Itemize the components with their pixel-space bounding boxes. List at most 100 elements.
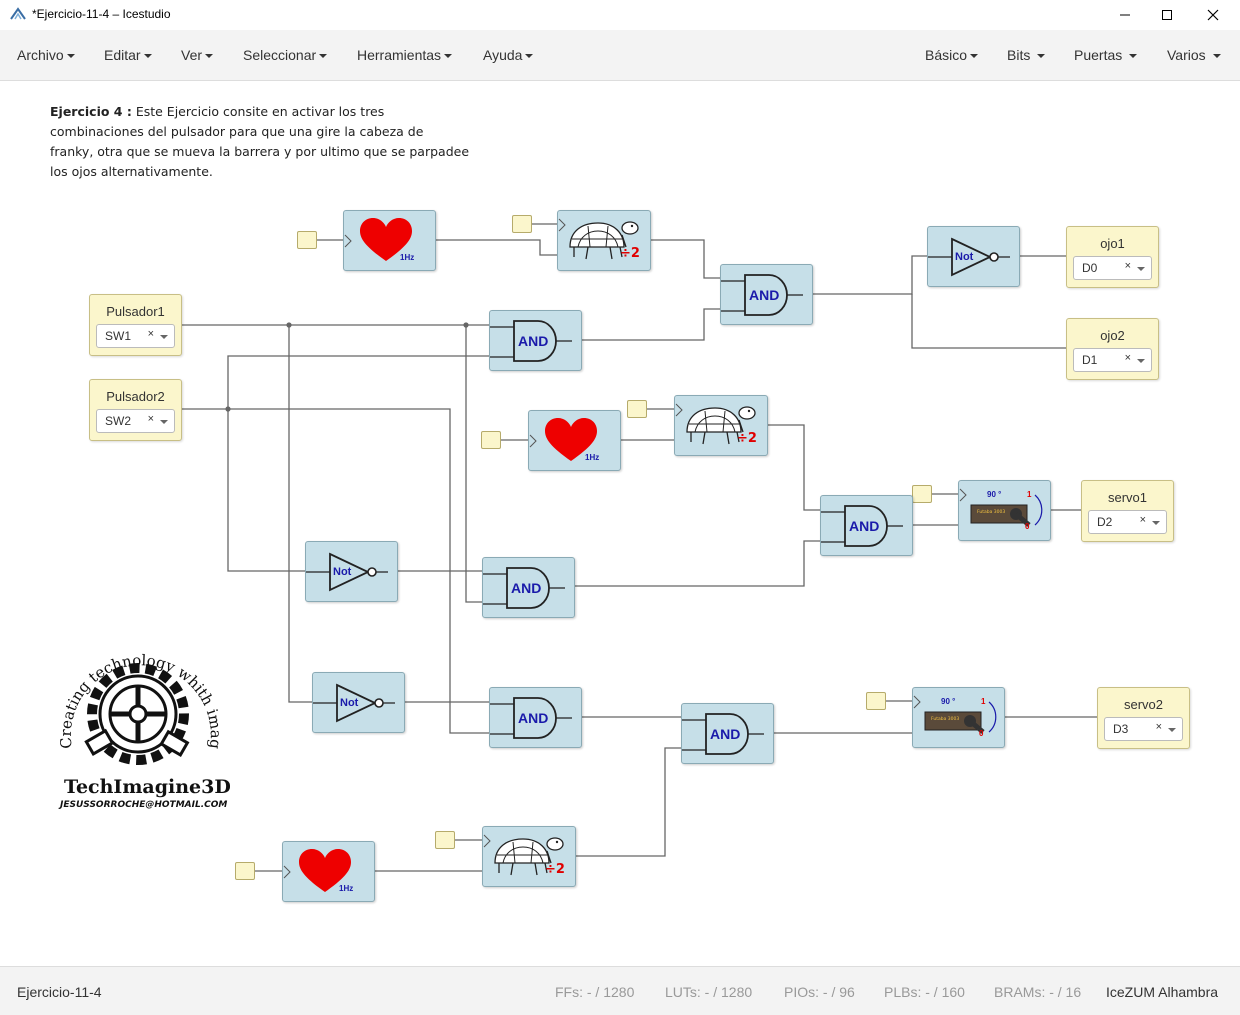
wire [435, 239, 557, 256]
status-pios: PIOs: - / 96 [784, 984, 855, 1000]
clear-icon[interactable]: × [1125, 260, 1131, 272]
pin-select[interactable]: D3 × [1104, 717, 1183, 741]
input-pulsador2[interactable]: Pulsador2 SW2 × [89, 379, 182, 441]
output-servo1[interactable]: servo1 D2 × [1081, 480, 1174, 542]
wire [227, 355, 489, 409]
gate-label: Not [955, 251, 974, 263]
and-gate[interactable]: AND [489, 310, 582, 371]
output-ojo1[interactable]: ojo1 D0 × [1066, 226, 1159, 288]
output-ojo2[interactable]: ojo2 D1 × [1066, 318, 1159, 380]
pin-select[interactable]: D1 × [1073, 348, 1152, 372]
clock-block[interactable]: 1Hz [343, 210, 436, 271]
servo-block[interactable]: Futaba 3003 90 ° 1 0 [912, 687, 1005, 748]
io-label: servo1 [1107, 490, 1148, 505]
pin-select[interactable]: SW1 × [96, 324, 175, 348]
caret-down-icon [1168, 728, 1176, 732]
not-gate[interactable]: Not [927, 226, 1020, 287]
gate-label: AND [518, 333, 548, 349]
not-gate[interactable]: Not [312, 672, 405, 733]
and-gate[interactable]: AND [489, 687, 582, 748]
gate-label: AND [518, 710, 548, 726]
heart-icon: 1Hz [283, 849, 353, 893]
caret-down-icon [160, 335, 168, 339]
and-gate-icon: AND [490, 320, 572, 362]
wire [574, 540, 820, 587]
gate-label: AND [511, 580, 541, 596]
servo-brand: Futaba 3003 [931, 716, 959, 722]
pin-select[interactable]: SW2 × [96, 409, 175, 433]
constant-param[interactable] [235, 862, 255, 880]
turtle-icon: ÷2 [675, 403, 757, 446]
logo-email: JESUSSORROCHE@HOTMAIL.COM [58, 800, 227, 810]
clear-icon[interactable]: × [1140, 514, 1146, 526]
wire [650, 239, 720, 279]
heart-icon: 1Hz [529, 418, 599, 462]
clock-freq: 1Hz [339, 884, 353, 893]
clock-freq: 1Hz [585, 453, 599, 462]
gear-logo-icon: Creating technology whith imagination Te… [45, 604, 231, 810]
clock-block[interactable]: 1Hz [528, 410, 621, 471]
status-plbs: PLBs: - / 160 [884, 984, 965, 1000]
input-pulsador1[interactable]: Pulsador1 SW1 × [89, 294, 182, 356]
servo-zero: 0 [1025, 522, 1030, 531]
constant-param[interactable] [512, 215, 532, 233]
and-gate-icon: AND [682, 713, 764, 755]
constant-param[interactable] [866, 692, 886, 710]
project-name: Ejercicio-11-4 [17, 984, 102, 1000]
pin-select[interactable]: D2 × [1088, 510, 1167, 534]
constant-param[interactable] [481, 431, 501, 449]
not-gate-icon: Not [313, 683, 395, 723]
status-luts: LUTs: - / 1280 [665, 984, 753, 1000]
and-gate[interactable]: AND [720, 264, 813, 325]
heart-icon: 1Hz [344, 218, 414, 262]
and-gate[interactable]: AND [820, 495, 913, 556]
wire [465, 325, 482, 603]
servo-icon: Futaba 3003 90 ° 1 0 [959, 488, 1043, 531]
pin-select[interactable]: D0 × [1073, 256, 1152, 280]
servo-icon: Futaba 3003 90 ° 1 0 [913, 695, 997, 738]
wire [766, 424, 820, 511]
divider-block[interactable]: ÷2 [674, 395, 768, 456]
clock-freq: 1Hz [400, 253, 414, 262]
and-gate[interactable]: AND [681, 703, 774, 764]
and-gate[interactable]: AND [482, 557, 575, 618]
wire [574, 747, 681, 857]
divider-text: ÷2 [620, 246, 640, 261]
wire [911, 294, 1066, 349]
servo-one: 1 [1027, 490, 1032, 499]
and-gate-icon: AND [483, 567, 565, 609]
clear-icon[interactable]: × [148, 328, 154, 340]
gate-label: Not [333, 566, 352, 578]
turtle-icon: ÷2 [483, 834, 565, 877]
gate-label: Not [340, 697, 359, 709]
constant-param[interactable] [435, 831, 455, 849]
caret-down-icon [160, 420, 168, 424]
logo-name: TechImagine3D [64, 776, 230, 798]
io-label: ojo2 [1100, 328, 1125, 343]
divider-block[interactable]: ÷2 [482, 826, 576, 887]
turtle-icon: ÷2 [558, 218, 640, 261]
divider-text: ÷2 [545, 862, 565, 877]
clear-icon[interactable]: × [148, 413, 154, 425]
not-gate-icon: Not [928, 237, 1010, 277]
constant-param[interactable] [912, 485, 932, 503]
clock-block[interactable]: 1Hz [282, 841, 375, 902]
wire [812, 255, 927, 295]
constant-param[interactable] [627, 400, 647, 418]
clear-icon[interactable]: × [1125, 352, 1131, 364]
servo-zero: 0 [979, 729, 984, 738]
io-label: Pulsador2 [106, 389, 165, 404]
junction-dot [463, 322, 469, 328]
not-gate[interactable]: Not [305, 541, 398, 602]
constant-param[interactable] [297, 231, 317, 249]
servo-brand: Futaba 3003 [977, 509, 1005, 515]
wire [581, 308, 720, 341]
and-gate-icon: AND [721, 274, 803, 316]
techimagine3d-logo: Creating technology whith imagination Te… [45, 604, 231, 818]
servo-block[interactable]: Futaba 3003 90 ° 1 0 [958, 480, 1051, 541]
divider-block[interactable]: ÷2 [557, 210, 651, 271]
board-name[interactable]: IceZUM Alhambra [1106, 984, 1218, 1000]
clear-icon[interactable]: × [1156, 721, 1162, 733]
gate-label: AND [710, 726, 740, 742]
output-servo2[interactable]: servo2 D3 × [1097, 687, 1190, 749]
